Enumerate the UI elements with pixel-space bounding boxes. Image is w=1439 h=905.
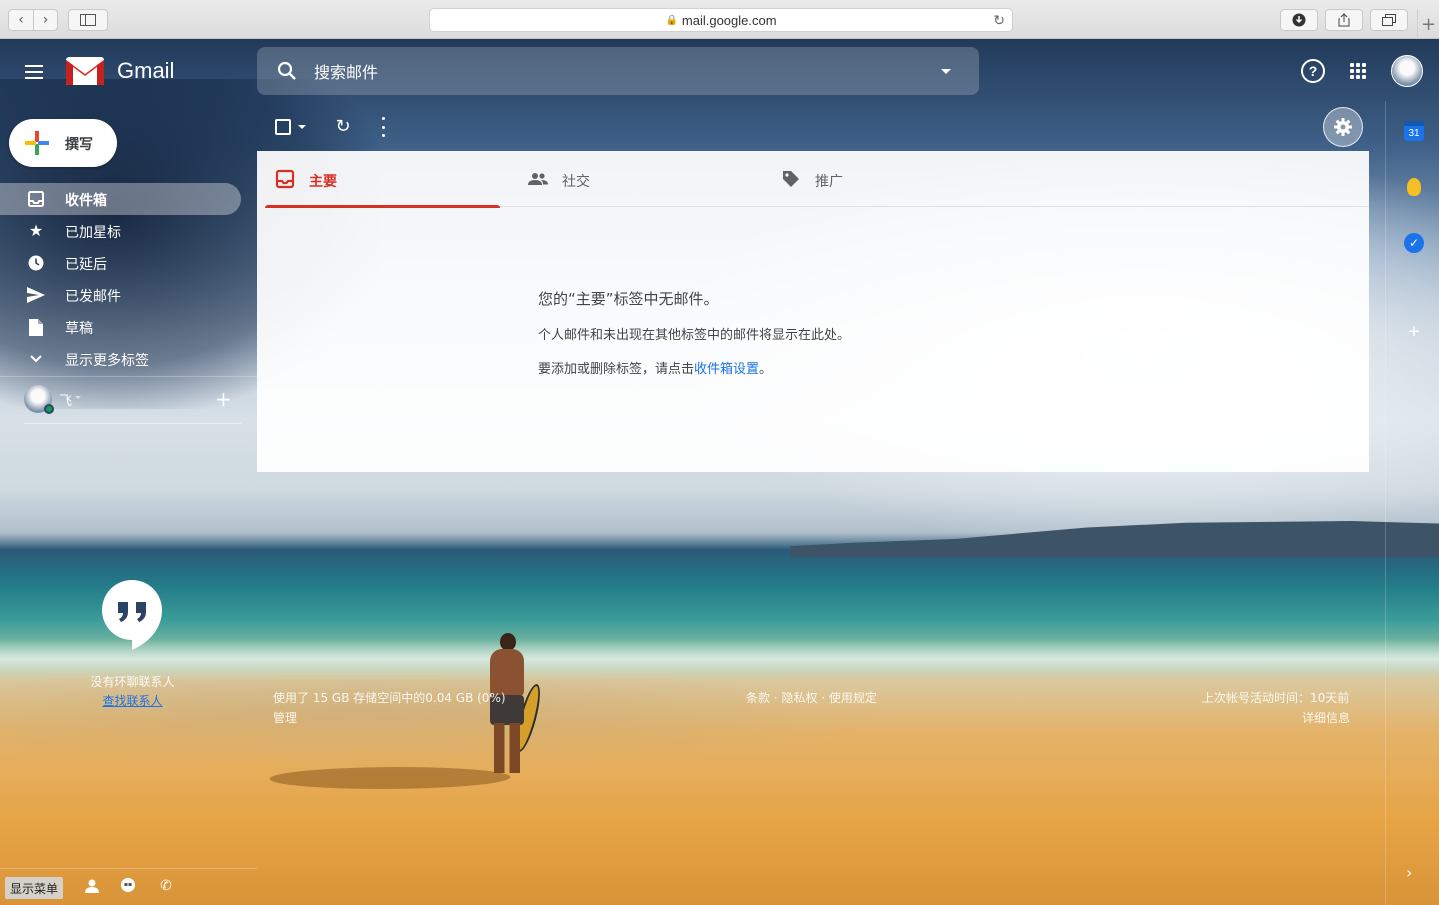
search-input[interactable] — [314, 61, 914, 83]
nav-item-drafts[interactable]: 草稿 — [0, 311, 241, 343]
nav-item-snoozed[interactable]: 已延后 — [0, 247, 241, 279]
inbox-icon — [27, 190, 45, 208]
people-icon — [528, 173, 548, 185]
storage-usage-text: 使用了 15 GB 存储空间中的0.04 GB (0%) — [273, 691, 506, 705]
search-icon[interactable] — [277, 61, 297, 81]
nav-label: 已发邮件 — [65, 289, 121, 305]
url-text: mail.google.com — [681, 12, 777, 28]
empty-state-title: 您的“主要”标签中无邮件。 — [538, 290, 719, 308]
hint-suffix: 。 — [759, 362, 773, 377]
search-bar[interactable] — [257, 47, 979, 95]
terms-privacy-links[interactable]: 条款 · 隐私权 · 使用规定 — [746, 689, 877, 706]
send-icon — [27, 286, 45, 304]
hangouts-caret-icon[interactable] — [75, 396, 81, 399]
app-name: Gmail — [117, 58, 175, 83]
tasks-icon[interactable]: ✓ — [1404, 233, 1424, 253]
hangouts-chat-icon[interactable] — [119, 877, 137, 895]
tab-social[interactable]: 社交 — [518, 151, 753, 207]
refresh-icon[interactable]: ↻ — [333, 116, 353, 137]
tag-icon — [783, 171, 799, 187]
side-panel — [1385, 101, 1439, 905]
empty-state-settings-hint: 要添加或删除标签，请点击收件箱设置。 — [538, 358, 772, 377]
more-options-icon[interactable] — [380, 117, 386, 137]
get-addons-icon[interactable]: + — [1404, 321, 1424, 343]
tab-label: 主要 — [309, 174, 337, 190]
lock-icon: 🔒 — [665, 14, 678, 26]
settings-button[interactable] — [1323, 107, 1363, 147]
reload-icon[interactable]: ↻ — [993, 12, 1005, 29]
phone-icon[interactable]: ✆ — [157, 877, 175, 895]
draft-icon — [27, 318, 45, 336]
new-conversation-icon[interactable]: + — [215, 389, 232, 409]
compose-plus-icon — [25, 131, 49, 155]
hint-prefix: 要添加或删除标签，请点击 — [538, 362, 695, 377]
select-all-checkbox[interactable] — [275, 119, 291, 135]
no-contacts-text: 没有环聊联系人 — [90, 675, 175, 689]
nav-label: 草稿 — [65, 321, 93, 337]
chevron-down-icon — [27, 350, 45, 368]
tab-primary[interactable]: 主要 — [265, 151, 500, 208]
message-list-panel: 主要 社交 推广 您的“主要”标签中无邮件。 个人邮件和未出现在其他标签中的邮件… — [257, 151, 1369, 472]
share-icon — [1338, 13, 1350, 27]
nav-item-more-labels[interactable]: 显示更多标签 — [0, 343, 241, 375]
history-buttons: ‹ › — [8, 9, 58, 31]
hangouts-divider — [24, 423, 241, 424]
activity-details-link[interactable]: 详细信息 — [1302, 709, 1350, 726]
show-menu-button[interactable]: 显示菜单 — [5, 877, 64, 899]
main-menu-icon[interactable] — [25, 60, 49, 84]
nav-label: 已延后 — [65, 257, 107, 273]
forward-button[interactable]: › — [33, 10, 57, 30]
sidebar-icon — [80, 14, 96, 26]
inbox-settings-link[interactable]: 收件箱设置 — [694, 362, 759, 377]
new-tab-button[interactable]: + — [1417, 9, 1439, 39]
search-options-caret-icon[interactable] — [941, 69, 951, 74]
hangouts-quote-icon — [102, 580, 162, 650]
label-navigation: 收件箱 ★ 已加星标 已延后 已发邮件 草稿 显示更多标签 — [0, 183, 241, 375]
account-avatar[interactable] — [1391, 55, 1423, 87]
select-dropdown-caret-icon[interactable] — [298, 125, 306, 129]
find-contacts-link[interactable]: 查找联系人 — [60, 692, 205, 709]
online-status-icon — [44, 404, 54, 414]
tabs-icon — [1382, 14, 1396, 26]
apps-grid-icon[interactable] — [1350, 63, 1366, 79]
nav-label: 已加星标 — [65, 225, 121, 241]
tab-label: 社交 — [562, 174, 590, 190]
gear-icon — [1334, 118, 1352, 136]
share-button[interactable] — [1325, 9, 1363, 31]
hide-side-panel-chevron-icon[interactable]: › — [1406, 863, 1412, 882]
person-icon[interactable] — [83, 877, 101, 895]
compose-button[interactable]: 撰写 — [9, 119, 117, 167]
nav-label: 收件箱 — [65, 193, 107, 209]
tab-promotions[interactable]: 推广 — [771, 151, 1006, 207]
downloads-button[interactable] — [1280, 9, 1318, 31]
gmail-logo-icon[interactable] — [66, 57, 104, 85]
tabs-overview-button[interactable] — [1370, 9, 1408, 31]
back-button[interactable]: ‹ — [9, 10, 33, 30]
help-icon[interactable]: ? — [1301, 59, 1325, 83]
empty-state-description: 个人邮件和未出现在其他标签中的邮件将显示在此处。 — [538, 328, 851, 343]
keep-icon[interactable] — [1407, 178, 1421, 196]
download-icon — [1292, 13, 1306, 27]
browser-toolbar: ‹ › 🔒 mail.google.com ↻ + — [0, 0, 1439, 39]
nav-item-sent[interactable]: 已发邮件 — [0, 279, 241, 311]
nav-divider — [0, 376, 257, 377]
calendar-icon[interactable]: 31 — [1404, 121, 1424, 141]
inbox-tabs: 主要 社交 推广 — [265, 151, 1369, 208]
nav-label: 显示更多标签 — [65, 353, 149, 369]
nav-item-starred[interactable]: ★ 已加星标 — [0, 215, 241, 247]
star-icon: ★ — [28, 221, 44, 240]
tab-label: 推广 — [815, 174, 843, 190]
address-bar[interactable]: 🔒 mail.google.com ↻ — [429, 8, 1013, 32]
hangouts-user-name[interactable]: 飞 — [59, 390, 72, 409]
last-activity-text: 上次帐号活动时间：10天前 — [1202, 691, 1350, 705]
clock-icon — [27, 254, 45, 272]
inbox-tab-icon — [275, 169, 295, 189]
nav-item-inbox[interactable]: 收件箱 — [0, 183, 241, 215]
sidebar-toggle-button[interactable] — [68, 9, 108, 31]
compose-label: 撰写 — [65, 137, 93, 153]
manage-storage-link[interactable]: 管理 — [273, 709, 297, 726]
